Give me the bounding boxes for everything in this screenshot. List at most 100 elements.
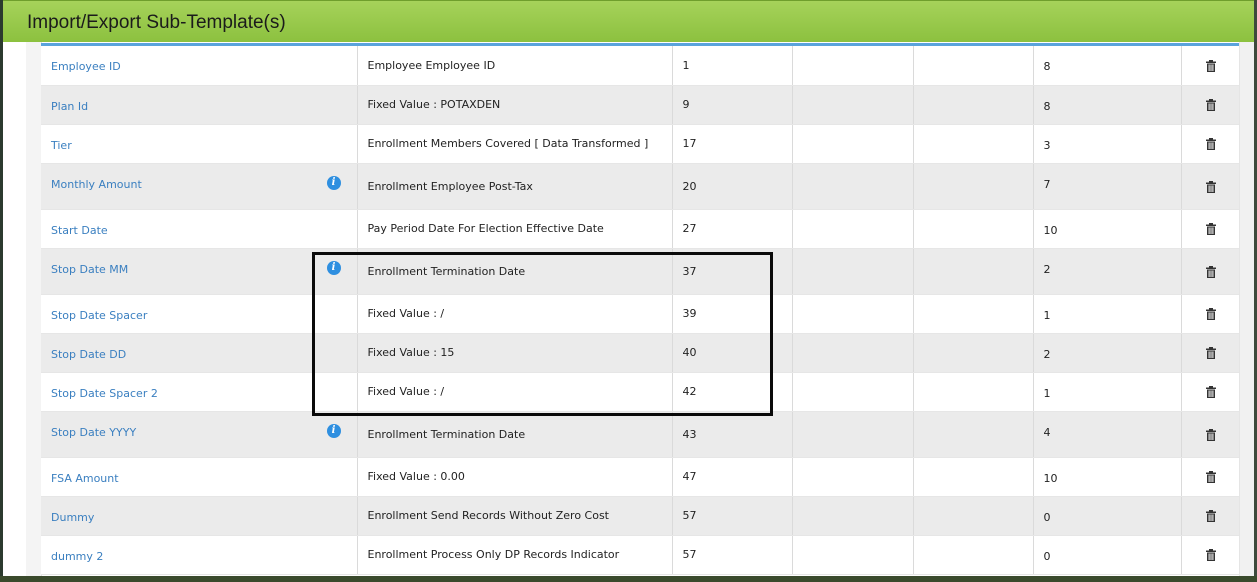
table-row[interactable]: Stop Date MM i Enrollment Termination Date… [41, 248, 1241, 295]
trash-icon [1205, 471, 1216, 483]
length-value: 7 [1043, 177, 1051, 191]
delete-row-button[interactable] [1205, 428, 1216, 441]
field-name-link[interactable]: Stop Date YYYY [51, 426, 136, 439]
table-row[interactable]: dummy 2 Enrollment Process Only DP Record… [41, 535, 1241, 575]
field-name-cell[interactable]: Stop Date Spacer 2 [41, 372, 358, 412]
source-cell: Fixed Value : / [357, 372, 673, 412]
field-name-cell[interactable]: Stop Date MM i [41, 248, 358, 295]
length-value: 0 [1043, 510, 1051, 524]
field-name-cell[interactable]: Dummy [41, 496, 358, 536]
field-name-cell[interactable]: Plan Id [41, 85, 358, 125]
delete-cell [1181, 372, 1241, 412]
vertical-scrollbar[interactable] [1239, 42, 1254, 576]
length-value: 10 [1043, 471, 1058, 485]
field-name-link[interactable]: Plan Id [51, 100, 88, 113]
position-cell: 57 [672, 535, 793, 575]
length-cell: 2 [1033, 333, 1182, 373]
field-name-cell[interactable]: dummy 2 [41, 535, 358, 575]
position-cell: 27 [672, 209, 793, 249]
source-cell: Enrollment Process Only DP Records Indic… [357, 535, 673, 575]
source-cell: Enrollment Termination Date [357, 248, 673, 295]
field-name-link[interactable]: Tier [51, 139, 72, 152]
table-row[interactable]: Tier Enrollment Members Covered [ Data Tr… [41, 124, 1241, 164]
empty-cell [913, 163, 1034, 210]
field-name-cell[interactable]: Tier [41, 124, 358, 164]
table-row[interactable]: Stop Date Spacer Fixed Value : /39 1 [41, 294, 1241, 334]
empty-cell [913, 209, 1034, 249]
table-row[interactable]: Monthly Amount i Enrollment Employee Post-… [41, 163, 1241, 210]
info-icon[interactable]: i [326, 260, 341, 275]
field-name-cell[interactable]: FSA Amount [41, 457, 358, 497]
delete-row-button[interactable] [1205, 386, 1216, 398]
table-row[interactable]: Employee ID Employee Employee ID 1 8 [41, 46, 1241, 86]
length-value: 2 [1043, 347, 1051, 361]
field-name-link[interactable]: FSA Amount [51, 472, 119, 485]
table-row[interactable]: Start Date Pay Period Date For Election E… [41, 209, 1241, 249]
empty-cell [913, 46, 1034, 86]
source-cell: Employee Employee ID [357, 46, 673, 86]
delete-row-button[interactable] [1205, 549, 1216, 561]
field-name-link[interactable]: Stop Date DD [51, 348, 126, 361]
position-cell: 20 [672, 163, 793, 210]
field-name-link[interactable]: Dummy [51, 511, 94, 524]
length-cell: 2 [1033, 248, 1182, 295]
length-value: 2 [1043, 262, 1051, 276]
field-name-cell[interactable]: Stop Date DD [41, 333, 358, 373]
delete-row-button[interactable] [1205, 138, 1216, 150]
field-name-link[interactable]: Stop Date MM [51, 263, 128, 276]
length-cell: 0 [1033, 535, 1182, 575]
source-cell: Pay Period Date For Election Effective D… [357, 209, 673, 249]
length-cell: 3 [1033, 124, 1182, 164]
field-name-link[interactable]: dummy 2 [51, 550, 103, 563]
table-row[interactable]: FSA Amount Fixed Value : 0.00 47 10 [41, 457, 1241, 497]
empty-cell [792, 209, 914, 249]
length-cell: 10 [1033, 457, 1182, 497]
delete-row-button[interactable] [1205, 99, 1216, 111]
position-cell: 37 [672, 248, 793, 295]
table-row[interactable]: Plan Id Fixed Value : POTAXDEN 9 8 [41, 85, 1241, 125]
field-name-link[interactable]: Start Date [51, 224, 108, 237]
delete-row-button[interactable] [1205, 265, 1216, 278]
empty-cell [913, 535, 1034, 575]
position-cell: 42 [672, 372, 793, 412]
table-row[interactable]: Dummy Enrollment Send Records Without Zer… [41, 496, 1241, 536]
table-row[interactable]: Stop Date Spacer 2 Fixed Value : /42 1 [41, 372, 1241, 412]
empty-cell [792, 372, 914, 412]
delete-row-button[interactable] [1205, 180, 1216, 193]
position-cell: 9 [672, 85, 793, 125]
field-name-link[interactable]: Stop Date Spacer 2 [51, 387, 158, 400]
field-name-link[interactable]: Stop Date Spacer [51, 309, 147, 322]
panel-title: Import/Export Sub-Template(s) [27, 12, 286, 33]
delete-cell [1181, 496, 1241, 536]
table-row[interactable]: Stop Date YYYY i Enrollment Termination Da… [41, 411, 1241, 458]
table-row[interactable]: Stop Date DD Fixed Value : 15 40 2 [41, 333, 1241, 373]
trash-icon [1205, 265, 1216, 278]
field-name-link[interactable]: Employee ID [51, 60, 121, 73]
delete-row-button[interactable] [1205, 510, 1216, 522]
trash-icon [1205, 308, 1216, 320]
delete-row-button[interactable] [1205, 308, 1216, 320]
delete-row-button[interactable] [1205, 223, 1216, 235]
field-name-cell[interactable]: Stop Date Spacer [41, 294, 358, 334]
field-name-cell[interactable]: Employee ID [41, 46, 358, 86]
field-name-cell[interactable]: Stop Date YYYY i [41, 411, 358, 458]
trash-icon [1205, 223, 1216, 235]
length-value: 1 [1043, 308, 1051, 322]
delete-cell [1181, 535, 1241, 575]
delete-row-button[interactable] [1205, 347, 1216, 359]
empty-cell [913, 457, 1034, 497]
source-cell: Fixed Value : 15 [357, 333, 673, 373]
empty-cell [792, 535, 914, 575]
trash-icon [1205, 180, 1216, 193]
empty-cell [913, 124, 1034, 164]
source-cell: Enrollment Send Records Without Zero Cos… [357, 496, 673, 536]
field-name-link[interactable]: Monthly Amount [51, 178, 142, 191]
delete-row-button[interactable] [1205, 471, 1216, 483]
delete-cell [1181, 294, 1241, 334]
delete-row-button[interactable] [1205, 59, 1216, 72]
info-icon[interactable]: i [326, 423, 341, 438]
info-icon[interactable]: i [326, 175, 341, 190]
field-name-cell[interactable]: Monthly Amount i [41, 163, 358, 210]
field-name-cell[interactable]: Start Date [41, 209, 358, 249]
empty-cell [792, 411, 914, 458]
